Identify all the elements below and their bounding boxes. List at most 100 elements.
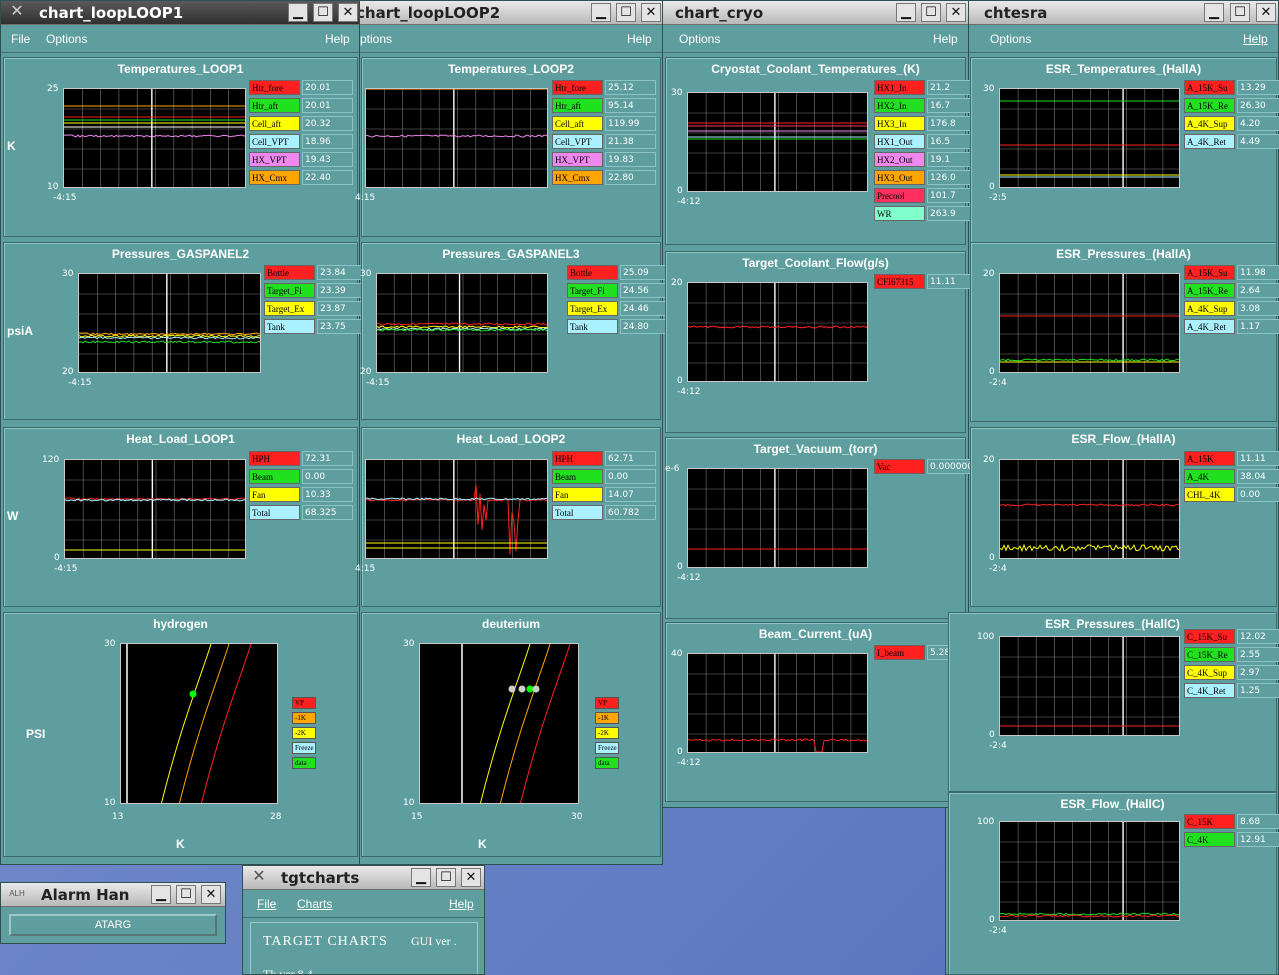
plot-area[interactable] [63,88,246,188]
legend-label[interactable]: A_15K_Su [1184,80,1235,95]
legend-data[interactable]: data [595,757,619,769]
minimize-icon[interactable]: ▁ [1204,3,1224,22]
legend-label[interactable]: Htr_fore [552,80,603,95]
legend-label[interactable]: Target_Ex [567,301,618,316]
maximize-icon[interactable]: ☐ [313,3,333,22]
legend-label[interactable]: HX3_In [874,116,925,131]
help-menu[interactable]: Help [325,32,350,46]
legend-label[interactable]: A_15K_Su [1184,265,1235,280]
legend-label[interactable]: C_15K [1184,814,1235,829]
legend-label[interactable]: Tank [567,319,618,334]
legend-label[interactable]: HX2_Out [874,152,925,167]
close-icon[interactable]: ✕ [201,885,221,904]
legend-label[interactable]: CHL_4K [1184,487,1235,502]
legend-label[interactable]: Precool [874,188,925,203]
close-icon[interactable]: ✕ [946,3,966,22]
options-menu[interactable]: Options [46,32,87,46]
legend-label[interactable]: Vac [874,459,925,474]
legend-label[interactable]: WR [874,206,925,221]
plot-area[interactable] [999,821,1180,921]
legend-label[interactable]: Total [552,505,603,520]
plot-area[interactable] [999,273,1180,373]
legend-label[interactable]: C_4K_Sup [1184,665,1235,680]
charts-menu[interactable]: Charts [297,897,332,911]
maximize-icon[interactable]: ☐ [921,3,941,22]
legend-label[interactable]: A_4K_Ret [1184,319,1235,334]
maximize-icon[interactable]: ☐ [176,885,196,904]
minimize-icon[interactable]: ▁ [411,868,431,887]
legend-label[interactable]: Fan [552,487,603,502]
legend-label[interactable]: Htr_aft [249,98,300,113]
help-menu[interactable]: Help [627,32,652,46]
maximize-icon[interactable]: ☐ [1230,3,1250,22]
tgtcharts-titlebar[interactable]: ✕ tgtcharts ▁ ☐ ✕ [243,866,484,890]
legend-label[interactable]: Cell_VPT [552,134,603,149]
legend-1k[interactable]: -1K [292,712,316,724]
legend-label[interactable]: CFI67315 [874,274,925,289]
loop2-titlebar[interactable]: chart_loopLOOP2 ▁ ☐ ✕ [360,1,662,25]
minimize-icon[interactable]: ▁ [288,3,308,22]
legend-label[interactable]: Beam [552,469,603,484]
legend-label[interactable]: HPH [249,451,300,466]
chtesra-titlebar[interactable]: ✕ chtesra ▁ ☐ ✕ [946,1,1278,25]
legend-label[interactable]: HX_VPT [552,152,603,167]
plot-area[interactable] [687,653,868,753]
legend-label[interactable]: Tank [264,319,315,334]
legend-label[interactable]: HX_VPT [249,152,300,167]
help-menu[interactable]: Help [933,32,958,46]
atarg-button[interactable]: ATARG [9,914,217,936]
legend-label[interactable]: Bottle [567,265,618,280]
alarm-titlebar[interactable]: ALH Alarm Han ▁ ☐ ✕ [1,883,225,907]
loop1-titlebar[interactable]: ✕ chart_loopLOOP1 ▁ ☐ ✕ [1,1,359,25]
plot-area[interactable] [365,459,548,559]
close-icon[interactable]: ✕ [338,3,358,22]
legend-label[interactable]: Bottle [264,265,315,280]
legend-label[interactable]: C_15K_Re [1184,647,1235,662]
options-menu[interactable]: Options [990,32,1031,46]
close-icon[interactable]: ✕ [641,3,661,22]
legend-freeze[interactable]: Freeze [292,742,316,754]
legend-label[interactable]: HX_Cmx [249,170,300,185]
legend-label[interactable]: Target_Ex [264,301,315,316]
legend-label[interactable]: A_4K_Sup [1184,301,1235,316]
minimize-icon[interactable]: ▁ [896,3,916,22]
close-icon[interactable]: ✕ [1256,3,1276,22]
x-icon[interactable]: ✕ [247,867,271,887]
legend-2k[interactable]: -2K [292,727,316,739]
plot-area[interactable] [999,88,1180,188]
maximize-icon[interactable]: ☐ [616,3,636,22]
plot-area[interactable] [687,468,868,568]
legend-2k[interactable]: -2K [595,727,619,739]
help-menu[interactable]: Help [1243,32,1268,46]
minimize-icon[interactable]: ▁ [151,885,171,904]
legend-label[interactable]: HX1_Out [874,134,925,149]
legend-vp[interactable]: VP [292,697,316,709]
minimize-icon[interactable]: ▁ [591,3,611,22]
legend-data[interactable]: data [292,757,316,769]
legend-label[interactable]: Cell_aft [249,116,300,131]
legend-label[interactable]: Htr_fore [249,80,300,95]
legend-vp[interactable]: VP [595,697,619,709]
options-menu[interactable]: Options [679,32,720,46]
x-icon[interactable]: ✕ [5,2,29,22]
legend-label[interactable]: C_15K_Su [1184,629,1235,644]
file-menu[interactable]: File [11,32,30,46]
legend-label[interactable]: Target_Fi [264,283,315,298]
options-menu[interactable]: ptions [360,32,392,46]
legend-label[interactable]: A_4K_Ret [1184,134,1235,149]
plot-area[interactable] [64,459,246,559]
legend-label[interactable]: Fan [249,487,300,502]
legend-label[interactable]: Cell_aft [552,116,603,131]
plot-area[interactable] [78,273,261,373]
maximize-icon[interactable]: ☐ [436,868,456,887]
legend-label[interactable]: HPH [552,451,603,466]
legend-label[interactable]: Total [249,505,300,520]
plot-area[interactable] [999,459,1180,559]
legend-label[interactable]: C_4K [1184,832,1235,847]
legend-label[interactable]: HX3_Out [874,170,925,185]
legend-label[interactable]: Cell_VPT [249,134,300,149]
legend-label[interactable]: A_15K_Re [1184,98,1235,113]
legend-label[interactable]: HX2_In [874,98,925,113]
legend-label[interactable]: Target_Fi [567,283,618,298]
legend-label[interactable]: A_15K_Re [1184,283,1235,298]
